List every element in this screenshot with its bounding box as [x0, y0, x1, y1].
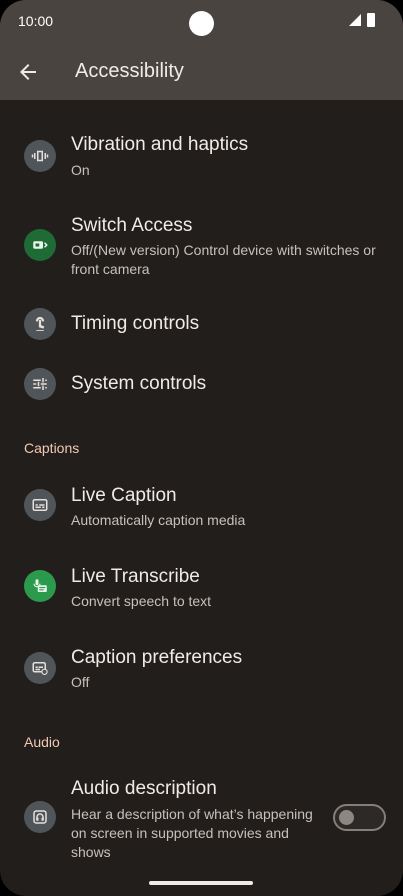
- item-title: System controls: [71, 373, 207, 394]
- item-title: Live Transcribe: [71, 566, 200, 587]
- list-item-live-caption[interactable]: Live Caption Automatically caption media: [0, 482, 403, 534]
- item-subtitle: Off: [71, 674, 90, 690]
- item-title: Vibration and haptics: [71, 134, 249, 155]
- top-app-bar: 10:00 Accessibility: [0, 0, 403, 100]
- caption-settings-icon: [24, 652, 56, 684]
- item-subtitle: Off/(New version) Control device with sw…: [71, 242, 376, 277]
- timing-icon: [24, 308, 56, 340]
- item-subtitle: On: [71, 162, 90, 178]
- camera-cutout: [189, 11, 214, 36]
- audio-description-icon: [24, 801, 56, 833]
- section-header-audio: Audio: [24, 734, 60, 750]
- signal-icon: [349, 14, 361, 26]
- item-title: Caption preferences: [71, 647, 243, 668]
- screen: 10:00 Accessibility Vibration and haptic…: [0, 0, 403, 896]
- toggle-knob: [339, 810, 354, 825]
- section-header-captions: Captions: [24, 440, 80, 456]
- list-item-timing-controls[interactable]: Timing controls: [0, 306, 403, 342]
- back-arrow-icon[interactable]: [16, 60, 40, 84]
- item-title: Switch Access: [71, 215, 193, 236]
- item-subtitle: Convert speech to text: [71, 593, 212, 609]
- item-title: Audio description: [71, 778, 217, 799]
- switch-access-icon: [24, 229, 56, 261]
- list-item-live-transcribe[interactable]: Live Transcribe Convert speech to text: [0, 563, 403, 615]
- battery-icon: [367, 13, 375, 27]
- transcribe-icon: [24, 570, 56, 602]
- status-time: 10:00: [18, 13, 54, 29]
- page-title: Accessibility: [75, 60, 184, 82]
- list-item-system-controls[interactable]: System controls: [0, 366, 403, 402]
- list-item-switch-access[interactable]: Switch Access Off/(New version) Control …: [0, 214, 403, 278]
- caption-icon: [24, 489, 56, 521]
- item-title: Timing controls: [71, 313, 200, 334]
- item-subtitle: Hear a description of what’s happening o…: [71, 806, 313, 860]
- gesture-nav-handle[interactable]: [149, 881, 253, 885]
- item-subtitle: Automatically caption media: [71, 512, 246, 528]
- vibration-icon: [24, 140, 56, 172]
- audio-description-toggle[interactable]: [333, 804, 386, 831]
- item-title: Live Caption: [71, 485, 177, 506]
- list-item-caption-preferences[interactable]: Caption preferences Off: [0, 644, 403, 696]
- list-item-vibration[interactable]: Vibration and haptics On: [0, 132, 403, 184]
- tune-icon: [24, 368, 56, 400]
